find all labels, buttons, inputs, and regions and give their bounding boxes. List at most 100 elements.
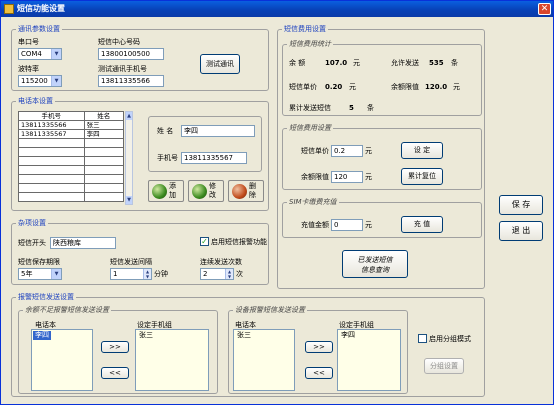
low-balance-alarm-title: 余额不足报警短信发送设置: [23, 305, 111, 316]
table-row[interactable]: [18, 147, 125, 157]
table-row[interactable]: [18, 192, 125, 202]
scroll-up-icon[interactable]: ▲: [126, 112, 132, 120]
list-item[interactable]: 李四: [33, 331, 51, 340]
device-alarm-title: 设备报警短信发送设置: [233, 305, 307, 316]
baud-select[interactable]: 115200 ▼: [18, 75, 62, 87]
repeat-count-stepper[interactable]: 2 ▲ ▼: [200, 268, 234, 280]
low-move-right-button[interactable]: >>: [101, 341, 129, 353]
low-move-left-button[interactable]: <<: [101, 367, 129, 379]
set-price-input[interactable]: 0.2: [331, 145, 363, 157]
misc-group-title: 杂项设置: [16, 218, 48, 229]
sms-header-label: 短信开头: [18, 239, 46, 247]
set-limit-label: 余额限值: [301, 173, 329, 181]
multi-group-checkbox[interactable]: [418, 334, 427, 343]
title-bar: 短信功能设置 ✕: [1, 1, 553, 17]
fee-setting-title: 短信费用设置: [287, 123, 333, 134]
table-row[interactable]: [18, 165, 125, 175]
chevron-down-icon: ▼: [51, 269, 61, 279]
edit-contact-button[interactable]: 修改: [188, 180, 224, 202]
fee-setting-box: 短信费用设置 短信单价 0.2 元 设 定 余额限值 120 元 累计复位: [282, 123, 482, 190]
table-row[interactable]: [18, 174, 125, 184]
send-interval-label: 短信发送间隔: [110, 258, 152, 266]
table-cell: 李四: [83, 129, 125, 139]
port-label: 串口号: [18, 38, 39, 46]
phonebook-group: 电话本设置 手机号 姓名 13811335566 张三 13811335567 …: [11, 96, 269, 211]
send-interval-stepper[interactable]: 1 ▲ ▼: [110, 268, 152, 280]
table-row[interactable]: 13811335566 张三: [18, 120, 125, 130]
chevron-down-icon: ▼: [51, 49, 61, 59]
comm-settings-group: 通讯参数设置 串口号 COM4 ▼ 波特率 115200 ▼ 短信中心号码 1380…: [11, 24, 269, 91]
app-icon: [4, 4, 14, 14]
keep-period-select[interactable]: 5年 ▼: [18, 268, 62, 280]
dev-book-list[interactable]: 张三: [233, 329, 295, 391]
group-settings-button[interactable]: 分组设置: [424, 358, 464, 374]
spin-arrows-icon[interactable]: ▲ ▼: [225, 269, 233, 279]
dev-move-right-button[interactable]: >>: [305, 341, 333, 353]
price-unit: 元: [349, 83, 356, 91]
test-phone-input[interactable]: 13811335566: [98, 75, 164, 87]
sent-sms-query-button[interactable]: 已发送短信 信息查询: [342, 250, 408, 278]
balance-label: 余 额: [289, 59, 306, 67]
alarm-enable-checkbox[interactable]: ✓: [200, 237, 209, 246]
limit-unit: 元: [453, 83, 460, 91]
balance-unit: 元: [353, 59, 360, 67]
set-limit-input[interactable]: 120: [331, 171, 363, 183]
table-row[interactable]: [18, 138, 125, 148]
dev-set-group-list[interactable]: 李四: [337, 329, 401, 391]
set-price-label: 短信单价: [301, 147, 329, 155]
contact-edit-box: 姓 名 李四 手机号 13811335567: [148, 116, 262, 172]
alarm-enable-label: 启用短信报警功能: [211, 238, 267, 246]
low-set-group-list[interactable]: 张三: [135, 329, 209, 391]
limit-label: 余额限值: [391, 83, 419, 91]
add-contact-button[interactable]: 添加: [148, 180, 184, 202]
table-scrollbar[interactable]: ▲ ▼: [125, 111, 133, 205]
sim-recharge-box: SIM卡缴费充值 充值金额 0 元 充 值: [282, 197, 482, 238]
recharge-unit: 元: [365, 221, 372, 229]
reset-total-button[interactable]: 累计复位: [401, 168, 443, 185]
low-book-list[interactable]: 李四: [31, 329, 93, 391]
delete-contact-button[interactable]: 删除: [228, 180, 264, 202]
sms-center-input[interactable]: 13800100500: [98, 48, 164, 60]
recharge-label: 充值金额: [301, 221, 329, 229]
price-label: 短信单价: [289, 83, 317, 91]
table-cell: 13811335566: [18, 120, 85, 130]
contact-name-input[interactable]: 李四: [181, 125, 255, 137]
table-cell: 张三: [83, 120, 125, 130]
keep-period-label: 短信保存期限: [18, 258, 60, 266]
recharge-input[interactable]: 0: [331, 219, 363, 231]
port-select[interactable]: COM4 ▼: [18, 48, 62, 60]
table-row[interactable]: 13811335567 李四: [18, 129, 125, 139]
spin-arrows-icon[interactable]: ▲ ▼: [143, 269, 151, 279]
set-limit-unit: 元: [365, 173, 372, 181]
price-value: 0.20: [325, 83, 343, 91]
phonebook-table[interactable]: 手机号 姓名 13811335566 张三 13811335567 李四: [18, 111, 125, 202]
total-sent-label: 累计发送短信: [289, 104, 331, 112]
allow-send-unit: 条: [451, 59, 458, 67]
table-row[interactable]: [18, 156, 125, 166]
list-item[interactable]: 张三: [137, 331, 155, 340]
list-item[interactable]: 李四: [339, 331, 357, 340]
exit-button[interactable]: 退 出: [499, 221, 543, 241]
table-row[interactable]: [18, 183, 125, 193]
edit-icon: [192, 184, 207, 199]
scroll-down-icon[interactable]: ▼: [126, 196, 132, 204]
fee-stats-title: 短信费用统计: [287, 39, 333, 50]
close-icon[interactable]: ✕: [538, 3, 551, 15]
window-title: 短信功能设置: [17, 4, 65, 13]
sms-center-label: 短信中心号码: [98, 38, 140, 46]
main-window: 短信功能设置 ✕ 通讯参数设置 串口号 COM4 ▼ 波特率 115200 ▼ 短信…: [0, 0, 554, 405]
column-header-phone: 手机号: [18, 111, 85, 121]
save-button[interactable]: 保 存: [499, 195, 543, 215]
set-fee-button[interactable]: 设 定: [401, 142, 443, 159]
dev-move-left-button[interactable]: <<: [305, 367, 333, 379]
list-item[interactable]: 张三: [235, 331, 253, 340]
column-header-name: 姓名: [83, 111, 125, 121]
test-comm-button[interactable]: 测试通讯: [200, 54, 240, 74]
allow-send-label: 允许发送: [391, 59, 419, 67]
contact-phone-label: 手机号: [157, 154, 178, 162]
sms-header-input[interactable]: 陕西粮库: [50, 237, 116, 249]
contact-phone-input[interactable]: 13811335567: [181, 152, 247, 164]
multi-group-label: 启用分组模式: [429, 335, 471, 343]
recharge-button[interactable]: 充 值: [401, 216, 443, 233]
comm-group-title: 通讯参数设置: [16, 24, 62, 35]
